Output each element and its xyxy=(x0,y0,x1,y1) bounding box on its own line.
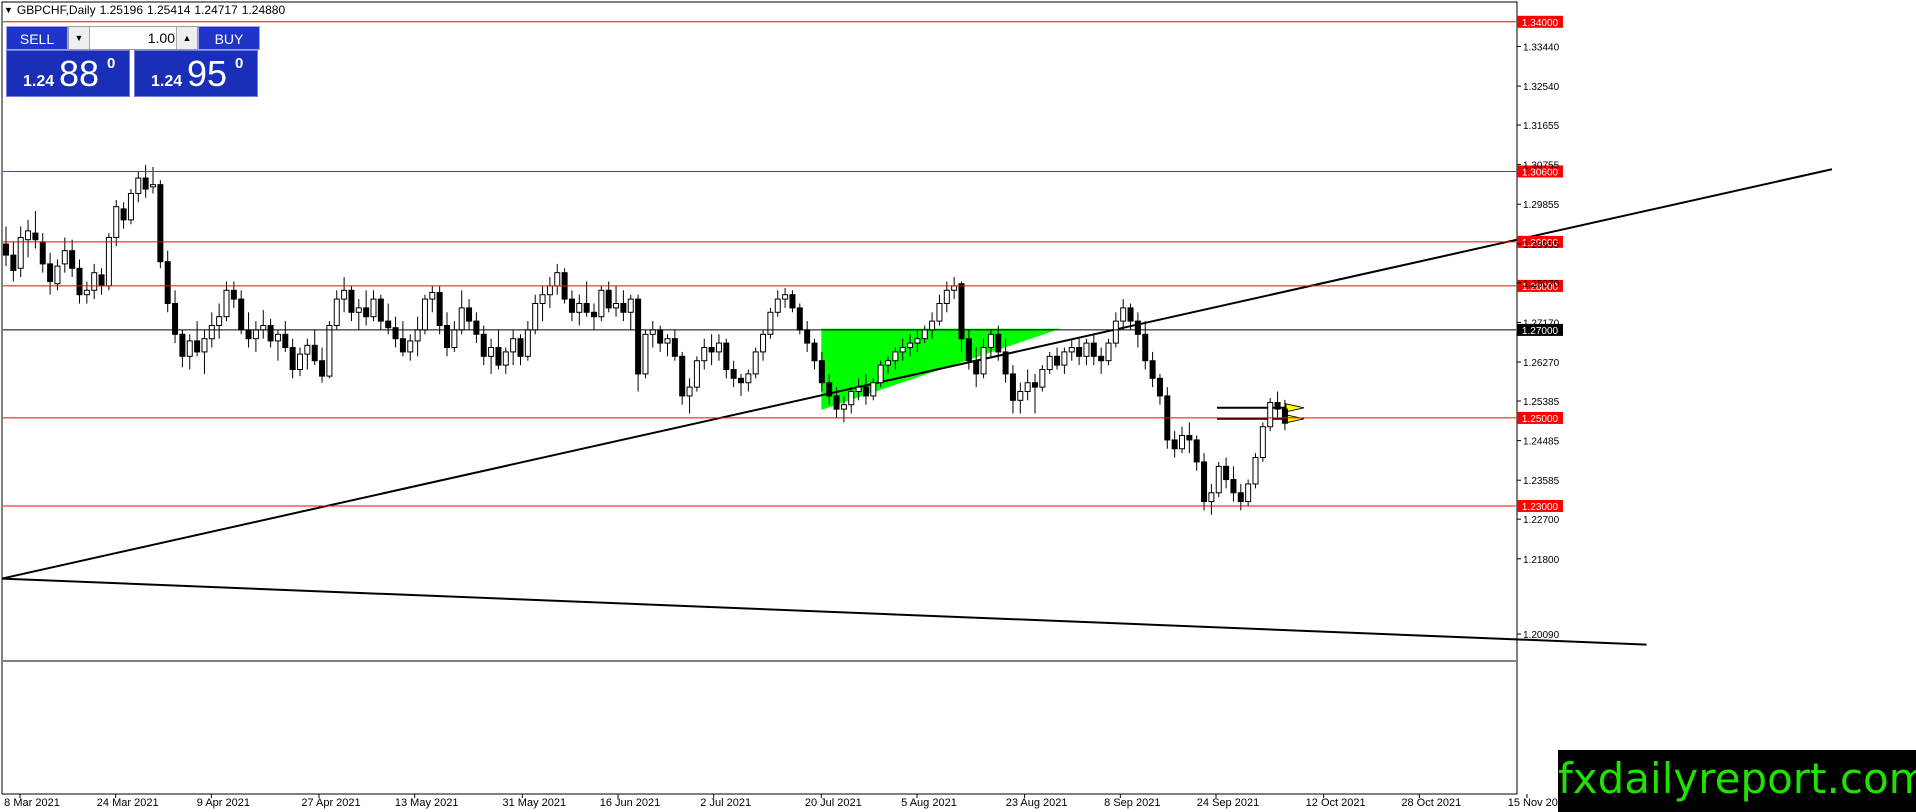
sell-price-sup: 0 xyxy=(107,55,116,72)
x-tick-label: 23 Aug 2021 xyxy=(1006,797,1068,809)
lot-size-input[interactable] xyxy=(91,28,177,48)
x-tick-label: 24 Mar 2021 xyxy=(97,797,159,809)
candle xyxy=(157,180,164,269)
level-price-label: 1.25000 xyxy=(1522,414,1559,425)
y-tick-label: 1.29855 xyxy=(1523,200,1560,211)
price-chart[interactable]: 1.340001.306001.290001.280001.270001.250… xyxy=(0,0,1916,812)
triangle-down-icon: ▼ xyxy=(4,5,13,15)
candle xyxy=(1201,453,1208,511)
x-tick-label: 20 Jul 2021 xyxy=(805,797,862,809)
chart-header: ▼ GBPCHF,Daily 1.25196 1.25414 1.24717 1… xyxy=(4,3,285,17)
candle xyxy=(1267,398,1274,432)
y-tick-label: 1.22700 xyxy=(1523,515,1560,526)
x-tick-label: 8 Sep 2021 xyxy=(1104,797,1160,809)
x-tick-label: 2 Jul 2021 xyxy=(700,797,751,809)
candle xyxy=(1245,479,1252,506)
buy-button[interactable]: BUY xyxy=(198,26,260,50)
y-tick-label: 1.23585 xyxy=(1523,476,1560,487)
y-tick-label: 1.31655 xyxy=(1523,121,1560,132)
x-tick-label: 12 Oct 2021 xyxy=(1306,797,1366,809)
candle xyxy=(1252,453,1259,489)
buy-price-prefix: 1.24 xyxy=(151,73,183,90)
candle xyxy=(598,285,605,322)
x-tick-label: 9 Apr 2021 xyxy=(197,797,250,809)
open-value: 1.25196 xyxy=(99,3,143,17)
low-value: 1.24717 xyxy=(194,3,238,17)
buy-price-big: 95 xyxy=(187,53,228,94)
y-tick-label: 1.21800 xyxy=(1523,555,1560,566)
x-tick-label: 27 Apr 2021 xyxy=(301,797,360,809)
symbol-label: GBPCHF,Daily xyxy=(16,3,96,17)
x-tick-label: 8 Mar 2021 xyxy=(4,797,60,809)
x-tick-label: 28 Oct 2021 xyxy=(1401,797,1461,809)
candle xyxy=(1259,422,1266,462)
one-click-trading-panel: SELL ▼ ▲ BUY 1.24 88 0 1.24 95 0 xyxy=(6,26,260,97)
y-tick-label: 1.25385 xyxy=(1523,397,1560,408)
candle xyxy=(127,189,134,225)
candle xyxy=(693,356,700,392)
buy-price-quote[interactable]: 1.24 95 0 xyxy=(134,50,258,97)
y-tick-label: 1.30755 xyxy=(1523,161,1560,172)
price-axis: 1.20090 1.21800 1.22700 1.23585 1.24485 1.253… xyxy=(1517,42,1560,641)
close-value: 1.24880 xyxy=(241,3,286,17)
candle xyxy=(1105,338,1112,366)
sell-price-big: 88 xyxy=(59,53,100,94)
y-tick-label: 1.28955 xyxy=(1523,240,1560,251)
candle xyxy=(1039,365,1046,392)
y-tick-label: 1.27170 xyxy=(1523,318,1560,329)
time-axis: 8 Mar 2021 24 Mar 2021 9 Apr 2021 27 Apr 20… xyxy=(4,794,1570,809)
x-tick-label: 24 Sep 2021 xyxy=(1197,797,1259,809)
watermark-logo: fxdailyreport.com xyxy=(1558,750,1916,812)
y-tick-label: 1.20090 xyxy=(1523,630,1560,641)
x-tick-label: 13 May 2021 xyxy=(395,797,459,809)
level-price-label: 1.34000 xyxy=(1522,18,1559,29)
sell-price-prefix: 1.24 xyxy=(23,73,55,90)
high-value: 1.25414 xyxy=(147,3,191,17)
y-tick-label: 1.24485 xyxy=(1523,437,1560,448)
candle xyxy=(767,307,774,339)
buy-price-sup: 0 xyxy=(235,55,244,72)
chart-background xyxy=(1,1,1518,795)
y-tick-label: 1.26270 xyxy=(1523,358,1560,369)
candle xyxy=(752,347,759,379)
sell-price-quote[interactable]: 1.24 88 0 xyxy=(6,50,130,97)
y-tick-label: 1.33440 xyxy=(1523,42,1560,53)
level-price-label: 1.23000 xyxy=(1522,502,1559,513)
lot-increase-icon[interactable]: ▲ xyxy=(176,27,197,49)
lot-size-box: ▼ ▲ xyxy=(68,26,198,50)
y-tick-label: 1.28070 xyxy=(1523,279,1560,290)
sell-button[interactable]: SELL xyxy=(6,26,68,50)
lot-decrease-icon[interactable]: ▼ xyxy=(69,27,90,49)
y-tick-label: 1.32540 xyxy=(1523,82,1560,93)
x-tick-label: 16 Jun 2021 xyxy=(600,797,661,809)
candle xyxy=(877,360,884,388)
candle xyxy=(1215,461,1222,498)
candle xyxy=(642,329,649,379)
candle xyxy=(421,294,428,335)
x-tick-label: 5 Aug 2021 xyxy=(901,797,957,809)
x-tick-label: 31 May 2021 xyxy=(503,797,567,809)
